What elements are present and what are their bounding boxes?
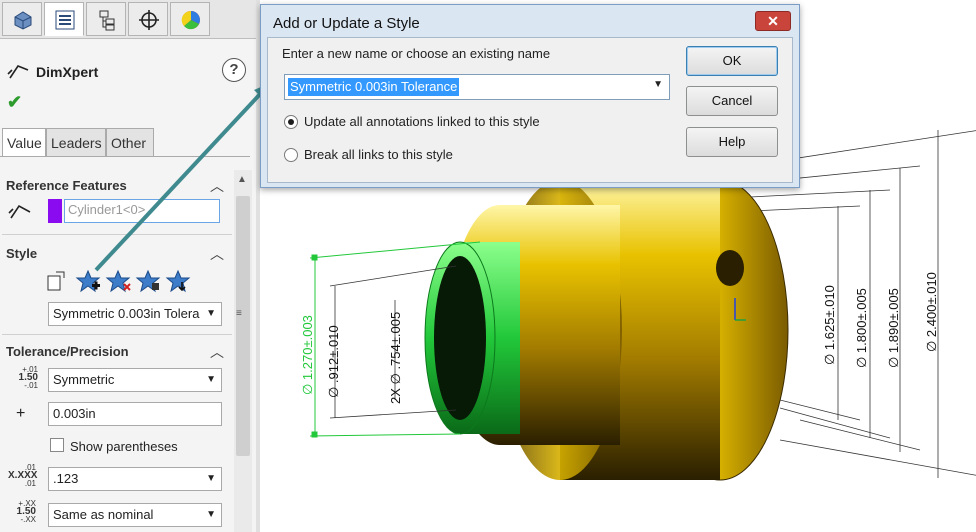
tab-configuration-manager[interactable] (86, 2, 126, 36)
style-name-combobox[interactable]: Symmetric 0.003in Tolerance ▼ (284, 74, 670, 100)
scroll-up-icon[interactable]: ▲ (237, 174, 247, 185)
style-name-value[interactable]: Symmetric 0.003in Tolerance (288, 78, 460, 96)
reference-color-swatch (48, 199, 62, 223)
tab-other[interactable]: Other (106, 128, 154, 156)
collapse-chevron-icon[interactable]: ︿ (210, 176, 224, 196)
update-annotations-label: Update all annotations linked to this st… (304, 114, 540, 129)
icon-text: -.01 (24, 381, 38, 390)
dropdown-arrow-icon: ▼ (206, 374, 216, 385)
update-annotations-radio[interactable] (284, 115, 298, 129)
break-links-radio[interactable] (284, 148, 298, 162)
ok-check-icon[interactable]: ✔ (7, 92, 22, 113)
dimension-1890-label[interactable]: ∅ 1.890±.005 (886, 288, 901, 368)
dimension-912-label[interactable]: ∅ .912±.010 (326, 325, 341, 398)
dropdown-arrow-icon[interactable]: ▼ (653, 79, 663, 90)
tolerance-precision-value: Same as nominal (53, 507, 154, 522)
save-style-icon[interactable] (135, 269, 161, 293)
primary-precision-icon: .01 X.XXX .01 (8, 464, 37, 488)
display-manager-icon (181, 10, 200, 30)
scroll-thumb[interactable] (236, 196, 250, 456)
tolerance-precision-dropdown[interactable]: Same as nominal ▼ (48, 503, 222, 527)
style-dropdown-value: Symmetric 0.003in Tolera (53, 306, 200, 321)
help-button[interactable]: Help (686, 127, 778, 157)
group-tolerance-precision[interactable]: Tolerance/Precision ︿ (0, 340, 232, 364)
style-toolbar (47, 269, 191, 293)
load-style-from-file-icon[interactable] (165, 269, 191, 293)
icon-text: -.XX (20, 515, 36, 524)
property-manager: DimXpert ? ✔ Value Leaders Other Referen… (0, 0, 257, 532)
dialog-body: Enter a new name or choose an existing n… (267, 37, 793, 183)
tolerance-type-dropdown[interactable]: Symmetric ▼ (48, 368, 222, 392)
page-title: DimXpert (36, 64, 99, 80)
close-button[interactable]: ✕ (755, 11, 791, 31)
dimension-754-label[interactable]: 2X ∅ .754±.005 (388, 312, 403, 404)
show-parentheses-checkbox[interactable] (50, 438, 64, 452)
cancel-button[interactable]: Cancel (686, 86, 778, 116)
dimxpert-header: DimXpert ? ✔ (0, 50, 256, 120)
scrollbar[interactable]: ▲ (234, 170, 252, 532)
tab-feature-tree[interactable] (2, 2, 42, 36)
tab-dimxpert-manager[interactable] (128, 2, 168, 36)
dialog-prompt: Enter a new name or choose an existing n… (282, 46, 551, 61)
primary-precision-value: .123 (53, 471, 79, 486)
window: DimXpert ? ✔ Value Leaders Other Referen… (0, 0, 976, 532)
help-button[interactable]: ? (222, 58, 246, 82)
feature-tree-icon (14, 11, 32, 30)
group-title: Style (6, 246, 38, 261)
tab-property-manager[interactable] (44, 2, 84, 36)
dropdown-arrow-icon: ▼ (206, 473, 216, 484)
dimension-1270-label[interactable]: ∅ 1.270±.003 (300, 315, 315, 395)
grip-icon[interactable]: ≡ (236, 308, 242, 319)
dimension-1800-label[interactable]: ∅ 1.800±.005 (854, 288, 869, 368)
bore (434, 256, 486, 420)
tab-divider (0, 156, 250, 157)
delete-style-icon[interactable] (105, 269, 131, 293)
collapse-chevron-icon[interactable]: ︿ (210, 244, 224, 264)
group-title: Tolerance/Precision (6, 344, 129, 359)
ok-button[interactable]: OK (686, 46, 778, 76)
reference-features-field[interactable]: Cylinder1<0> (64, 199, 220, 223)
group-title: Reference Features (6, 178, 127, 193)
plus-icon: + (16, 405, 26, 422)
break-links-label: Break all links to this style (304, 147, 453, 162)
add-update-style-dialog: Add or Update a Style ✕ Enter a new name… (260, 4, 800, 188)
dialog-title: Add or Update a Style (273, 15, 420, 32)
tab-value[interactable]: Value (2, 128, 46, 156)
dimension-2400-label[interactable]: ∅ 2.400±.010 (924, 272, 939, 352)
divider (2, 334, 232, 335)
tab-display-manager[interactable] (170, 2, 210, 36)
tolerance-type-icon: +.01 1.50 -.01 (10, 366, 38, 390)
manager-tab-bar (0, 0, 256, 39)
dimension-1625-label[interactable]: ∅ 1.625±.010 (822, 285, 837, 365)
show-parentheses-label: Show parentheses (70, 439, 178, 454)
tolerance-type-value: Symmetric (53, 372, 115, 387)
dimxpert-manager-icon (139, 10, 159, 30)
tolerance-value-input[interactable]: 0.003in (48, 402, 222, 426)
dropdown-arrow-icon: ▼ (206, 308, 216, 319)
group-style[interactable]: Style ︿ (0, 242, 232, 266)
tolerance-precision-icon: +.XX 1.50 -.XX (8, 500, 36, 524)
divider (2, 234, 232, 235)
load-style-icon[interactable] (47, 271, 65, 291)
configuration-manager-icon (99, 10, 115, 31)
add-style-icon[interactable] (75, 269, 101, 293)
property-manager-icon (55, 10, 75, 30)
tab-leaders[interactable]: Leaders (46, 128, 106, 156)
primary-precision-dropdown[interactable]: .123 ▼ (48, 467, 222, 491)
bolt-hole (716, 250, 744, 286)
reference-feature-icon (8, 204, 31, 219)
icon-text: .01 (24, 479, 36, 488)
dropdown-arrow-icon: ▼ (206, 509, 216, 520)
collapse-chevron-icon[interactable]: ︿ (210, 342, 224, 362)
style-dropdown[interactable]: Symmetric 0.003in Tolera ▼ (48, 302, 222, 326)
dimxpert-icon (7, 65, 29, 79)
group-reference-features[interactable]: Reference Features ︿ (0, 174, 232, 198)
